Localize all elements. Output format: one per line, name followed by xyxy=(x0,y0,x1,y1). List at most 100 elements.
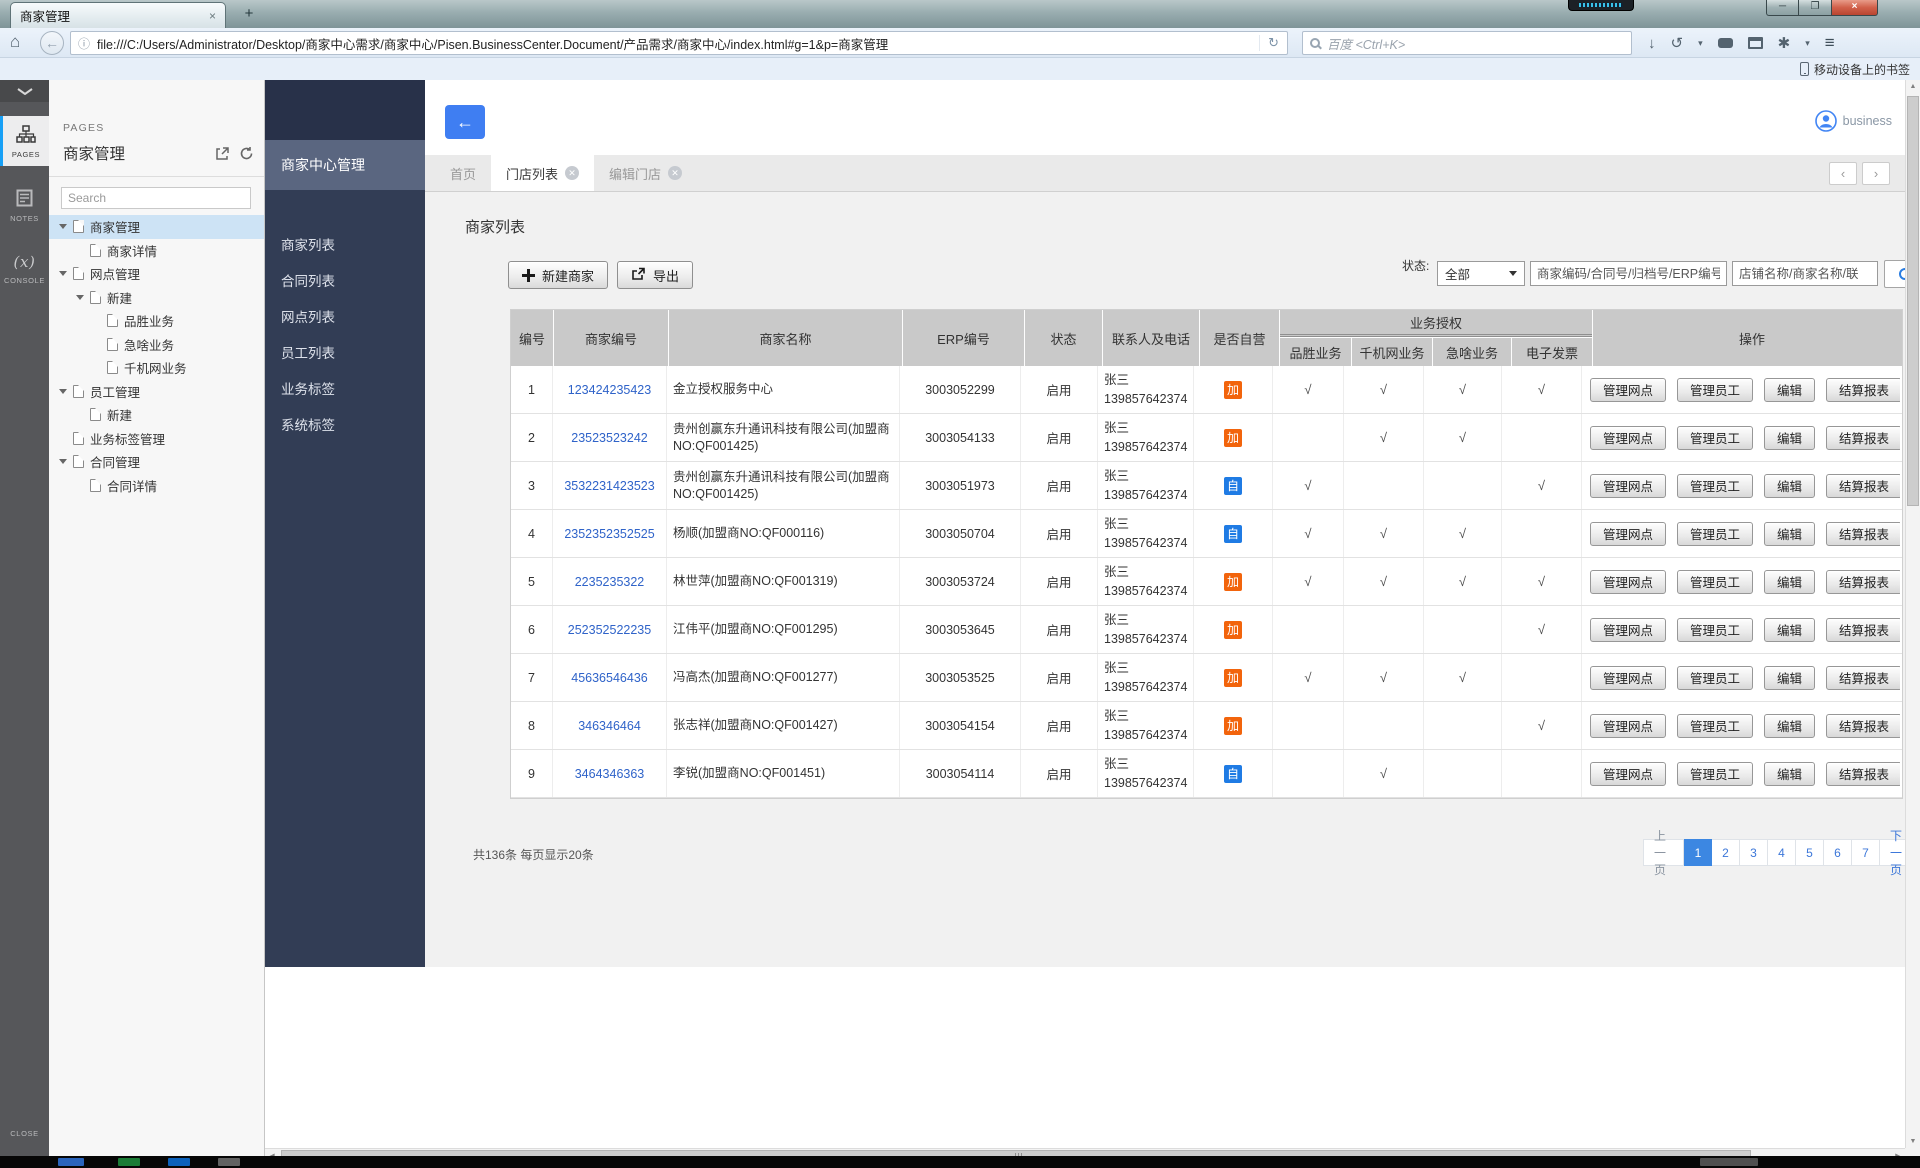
refresh-page-icon[interactable] xyxy=(239,146,254,161)
settlement-report-button[interactable]: 结算报表 xyxy=(1826,618,1900,642)
manage-outlets-button[interactable]: 管理网点 xyxy=(1590,474,1666,498)
url-bar[interactable]: ⓘ file:///C:/Users/Administrator/Desktop… xyxy=(70,31,1288,55)
manage-outlets-button[interactable]: 管理网点 xyxy=(1590,714,1666,738)
page-number-button[interactable]: 6 xyxy=(1824,839,1852,866)
taskbar-icon[interactable] xyxy=(218,1158,240,1166)
export-page-icon[interactable] xyxy=(215,146,230,161)
addon-dropdown-icon[interactable]: ▾ xyxy=(1805,38,1810,49)
tree-item[interactable]: 商家详情 xyxy=(49,239,264,263)
tab-scroll-right-icon[interactable]: › xyxy=(1862,162,1890,185)
manage-outlets-button[interactable]: 管理网点 xyxy=(1590,570,1666,594)
edit-button[interactable]: 编辑 xyxy=(1764,666,1815,690)
close-button[interactable]: × xyxy=(1832,0,1878,16)
cell-code-link[interactable]: 3464346363 xyxy=(553,750,667,797)
scroll-down-icon[interactable]: ▼ xyxy=(1906,1138,1920,1145)
cell-code-link[interactable]: 123424235423 xyxy=(553,366,667,413)
cell-code-link[interactable]: 252352522235 xyxy=(553,606,667,653)
edit-button[interactable]: 编辑 xyxy=(1764,762,1815,786)
tree-item[interactable]: 新建 xyxy=(49,286,264,310)
settlement-report-button[interactable]: 结算报表 xyxy=(1826,762,1900,786)
vertical-scrollbar-thumb[interactable] xyxy=(1907,96,1919,506)
tree-item[interactable]: 网点管理 xyxy=(49,262,264,286)
home-icon[interactable]: ⌂ xyxy=(10,32,20,52)
sidebar-menu-item[interactable]: 商家列表 xyxy=(265,226,425,262)
manage-outlets-button[interactable]: 管理网点 xyxy=(1590,378,1666,402)
cell-code-link[interactable]: 23523523242 xyxy=(553,414,667,461)
prev-page-button[interactable]: 上一页 xyxy=(1643,839,1684,866)
windows-taskbar[interactable] xyxy=(0,1156,1920,1168)
new-tab-button[interactable]: + xyxy=(236,5,262,24)
cell-code-link[interactable]: 3532231423523 xyxy=(553,462,667,509)
user-chip[interactable]: business xyxy=(1815,110,1892,132)
settlement-report-button[interactable]: 结算报表 xyxy=(1826,714,1900,738)
back-icon[interactable]: ← xyxy=(40,31,64,55)
sidebar-menu-item[interactable]: 员工列表 xyxy=(265,334,425,370)
settlement-report-button[interactable]: 结算报表 xyxy=(1826,378,1900,402)
undo-dropdown-icon[interactable]: ▾ xyxy=(1698,38,1703,49)
tree-item[interactable]: 千机网业务 xyxy=(49,356,264,380)
tree-item[interactable]: 品胜业务 xyxy=(49,309,264,333)
page-tab[interactable]: 门店列表 ✕ xyxy=(491,155,594,191)
export-button[interactable]: 导出 xyxy=(617,261,693,289)
rail-item-notes[interactable]: NOTES xyxy=(0,180,49,230)
settlement-report-button[interactable]: 结算报表 xyxy=(1826,522,1900,546)
page-number-button[interactable]: 2 xyxy=(1712,839,1740,866)
browser-tab-close-icon[interactable]: × xyxy=(209,9,216,23)
edit-button[interactable]: 编辑 xyxy=(1764,378,1815,402)
tab-close-icon[interactable]: ✕ xyxy=(668,166,682,180)
vertical-scrollbar[interactable]: ▲ ▼ xyxy=(1905,80,1920,1148)
manage-staff-button[interactable]: 管理员工 xyxy=(1677,522,1753,546)
edit-button[interactable]: 编辑 xyxy=(1764,714,1815,738)
menu-icon[interactable]: ≡ xyxy=(1825,33,1835,53)
restore-button[interactable]: ❐ xyxy=(1799,0,1832,16)
rail-item-pages[interactable]: PAGES xyxy=(0,116,49,166)
site-info-icon[interactable]: ⓘ xyxy=(78,35,90,52)
bookmark-mobile[interactable]: 移动设备上的书签 xyxy=(1800,58,1910,80)
manage-staff-button[interactable]: 管理员工 xyxy=(1677,762,1753,786)
taskbar-icon[interactable] xyxy=(58,1158,84,1166)
tree-item[interactable]: 合同详情 xyxy=(49,474,264,498)
collapse-chevron-icon[interactable] xyxy=(0,80,49,102)
rail-close-button[interactable]: CLOSE xyxy=(0,1129,49,1138)
minimize-button[interactable]: ─ xyxy=(1766,0,1799,16)
shop-name-input[interactable] xyxy=(1732,261,1878,286)
settlement-report-button[interactable]: 结算报表 xyxy=(1826,570,1900,594)
manage-outlets-button[interactable]: 管理网点 xyxy=(1590,762,1666,786)
cell-code-link[interactable]: 2352352352525 xyxy=(553,510,667,557)
settlement-report-button[interactable]: 结算报表 xyxy=(1826,426,1900,450)
status-select[interactable]: 全部 xyxy=(1437,261,1525,286)
manage-staff-button[interactable]: 管理员工 xyxy=(1677,570,1753,594)
merchant-code-input[interactable] xyxy=(1530,261,1727,286)
downloads-icon[interactable]: ↓ xyxy=(1648,35,1656,52)
cell-code-link[interactable]: 346346464 xyxy=(553,702,667,749)
manage-staff-button[interactable]: 管理员工 xyxy=(1677,474,1753,498)
manage-staff-button[interactable]: 管理员工 xyxy=(1677,378,1753,402)
manage-outlets-button[interactable]: 管理网点 xyxy=(1590,666,1666,690)
page-number-button[interactable]: 1 xyxy=(1684,839,1712,866)
sidebar-menu-item[interactable]: 系统标签 xyxy=(265,406,425,442)
reload-icon[interactable]: ↻ xyxy=(1259,35,1287,51)
browser-tab[interactable]: 商家管理 × xyxy=(10,2,226,28)
page-number-button[interactable]: 3 xyxy=(1740,839,1768,866)
page-number-button[interactable]: 4 xyxy=(1768,839,1796,866)
tree-caret-icon[interactable] xyxy=(59,271,67,276)
edit-button[interactable]: 编辑 xyxy=(1764,426,1815,450)
tree-item[interactable]: 员工管理 xyxy=(49,380,264,404)
manage-staff-button[interactable]: 管理员工 xyxy=(1677,714,1753,738)
taskbar-icon[interactable] xyxy=(118,1158,140,1166)
rail-item-console[interactable]: (x) CONSOLE xyxy=(0,244,49,292)
page-number-button[interactable]: 5 xyxy=(1796,839,1824,866)
edit-button[interactable]: 编辑 xyxy=(1764,570,1815,594)
taskbar-icon[interactable] xyxy=(168,1158,190,1166)
chat-icon[interactable] xyxy=(1718,38,1733,48)
tree-caret-icon[interactable] xyxy=(59,389,67,394)
manage-outlets-button[interactable]: 管理网点 xyxy=(1590,618,1666,642)
manage-staff-button[interactable]: 管理员工 xyxy=(1677,426,1753,450)
tree-item[interactable]: 急啥业务 xyxy=(49,333,264,357)
page-tab[interactable]: 首页 xyxy=(435,155,491,191)
tab-close-icon[interactable]: ✕ xyxy=(565,166,579,180)
edit-button[interactable]: 编辑 xyxy=(1764,474,1815,498)
manage-staff-button[interactable]: 管理员工 xyxy=(1677,666,1753,690)
tab-groups-icon[interactable] xyxy=(1748,37,1763,49)
tree-caret-icon[interactable] xyxy=(59,224,67,229)
